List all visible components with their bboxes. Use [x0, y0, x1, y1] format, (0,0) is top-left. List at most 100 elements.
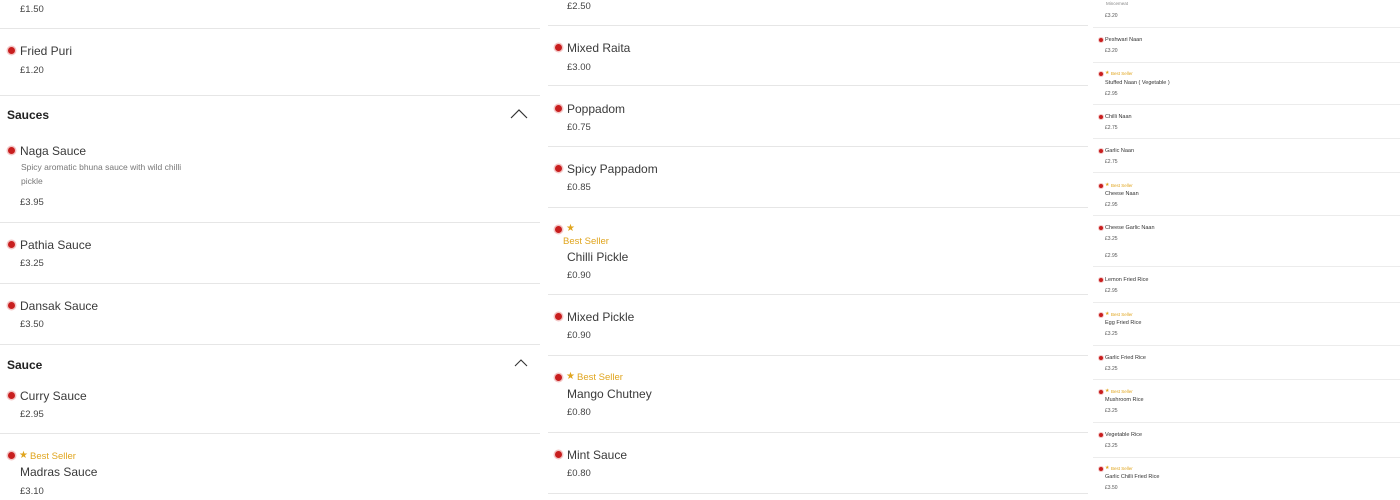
item-price: £2.75: [1105, 159, 1118, 165]
section-header-sauces[interactable]: Sauces: [0, 96, 536, 132]
menu-item-dansak-sauce[interactable]: Dansak Sauce £3.50: [0, 284, 540, 345]
menu-item-lemon-fried-rice[interactable]: Lemon Fried Rice £2.95: [1093, 267, 1400, 303]
best-seller-badge: Best Seller: [563, 236, 609, 247]
veg-dot-icon: [8, 241, 15, 248]
best-seller-badge: Best Seller: [577, 372, 623, 383]
item-price: £0.75: [567, 122, 591, 133]
veg-dot-icon: [1099, 356, 1103, 360]
item-price: £3.25: [1105, 366, 1118, 372]
menu-item-cheese-garlic-naan[interactable]: Cheese Garlic Naan £3.25 £2.95: [1093, 216, 1400, 267]
item-name: Chilli Naan: [1105, 114, 1132, 120]
menu-column-left: £1.50 Fried Puri £1.20 Sauces Naga Sauce…: [0, 0, 540, 500]
item-price: £2.50: [567, 1, 591, 12]
menu-item-chilli-pickle[interactable]: ★ Best Seller Chilli Pickle £0.90: [548, 208, 1088, 295]
veg-dot-icon: [1099, 149, 1103, 153]
menu-item[interactable]: £1.50: [0, 0, 540, 29]
best-seller-badge: Best Seller: [30, 451, 76, 462]
veg-dot-icon: [555, 313, 562, 320]
item-name: Fried Puri: [20, 44, 73, 58]
menu-item-mixed-pickle[interactable]: Mixed Pickle £0.90: [548, 295, 1088, 356]
veg-dot-icon: [555, 374, 562, 381]
best-seller-badge: Best Seller: [1111, 389, 1133, 394]
item-price: £0.90: [567, 270, 591, 281]
menu-column-right: Mincemeat £3.20 Peshwari Naan £3.20 ★ Be…: [1093, 0, 1400, 500]
item-name: Cheese Garlic Naan: [1105, 225, 1155, 231]
menu-item-mushroom-rice[interactable]: ★ Best Seller Mushroom Rice £3.25: [1093, 380, 1400, 423]
item-price: £3.25: [1105, 331, 1118, 337]
item-price: £2.95: [20, 409, 44, 420]
item-name: Pathia Sauce: [20, 238, 92, 252]
item-price: £0.85: [567, 182, 591, 193]
menu-item-stuffed-naan[interactable]: ★ Best Seller Stuffed Naan ( Vegetable )…: [1093, 63, 1400, 105]
best-seller-badge: Best Seller: [1111, 466, 1133, 471]
menu-item-mint-sauce[interactable]: Mint Sauce £0.80: [548, 433, 1088, 494]
item-price: £2.95: [1105, 202, 1118, 208]
item-price: £3.50: [1105, 485, 1118, 491]
menu-item-curry-sauce[interactable]: Curry Sauce £2.95: [0, 378, 540, 434]
menu-item-spicy-pappadom[interactable]: Spicy Pappadom £0.85: [548, 147, 1088, 208]
menu-item-chilli-naan[interactable]: Chilli Naan £2.75: [1093, 105, 1400, 139]
menu-item-madras-sauce[interactable]: ★ Best Seller Madras Sauce £3.10: [0, 434, 540, 500]
item-price: £1.20: [20, 65, 44, 76]
item-name: Peshwari Naan: [1105, 37, 1143, 43]
item-name: Poppadom: [567, 102, 626, 116]
item-price: £3.25: [1105, 408, 1118, 414]
item-name: Garlic Fried Rice: [1105, 355, 1146, 361]
star-icon: ★: [1105, 311, 1110, 317]
section-header-sauce[interactable]: Sauce: [0, 345, 536, 377]
menu-item-mixed-raita[interactable]: Mixed Raita £3.00: [548, 26, 1088, 86]
menu-item-vegetable-rice[interactable]: Vegetable Rice £3.25: [1093, 423, 1400, 458]
veg-dot-icon: [555, 165, 562, 172]
menu-column-middle: £2.50 Mixed Raita £3.00 Poppadom £0.75 S…: [548, 0, 1088, 500]
item-name: Cheese Naan: [1105, 191, 1139, 197]
section-title: Sauce: [7, 358, 43, 372]
item-price: £3.25: [1105, 236, 1118, 242]
menu-item-pathia-sauce[interactable]: Pathia Sauce £3.25: [0, 223, 540, 284]
item-name: Garlic Chilli Fried Rice: [1105, 474, 1160, 480]
item-name: Madras Sauce: [20, 465, 98, 479]
menu-item-egg-fried-rice[interactable]: ★ Best Seller Egg Fried Rice £3.25: [1093, 303, 1400, 346]
menu-item-fried-puri[interactable]: Fried Puri £1.20: [0, 29, 540, 96]
menu-item-peshwari-naan[interactable]: Peshwari Naan £3.20: [1093, 28, 1400, 63]
veg-dot-icon: [1099, 313, 1103, 317]
best-seller-badge: Best Seller: [1111, 312, 1133, 317]
item-name: Mixed Pickle: [567, 310, 635, 324]
item-price: £3.50: [20, 319, 44, 330]
veg-dot-icon: [555, 44, 562, 51]
item-name: Mint Sauce: [567, 448, 628, 462]
item-price: £3.20: [1105, 13, 1118, 19]
menu-item-garlic-fried-rice[interactable]: Garlic Fried Rice £3.25: [1093, 346, 1400, 380]
menu-item[interactable]: £2.50: [548, 0, 1088, 26]
chevron-up-icon[interactable]: [514, 358, 528, 367]
menu-item-garlic-chilli-fried-rice[interactable]: ★ Best Seller Garlic Chilli Fried Rice £…: [1093, 458, 1400, 500]
item-price: £2.75: [1105, 125, 1118, 131]
best-seller-badge: Best Seller: [1111, 183, 1133, 188]
item-price: £3.20: [1105, 48, 1118, 54]
item-description: Spicy aromatic bhuna sauce with wild chi…: [21, 162, 182, 186]
item-name: Spicy Pappadom: [567, 162, 658, 176]
star-icon: ★: [566, 371, 575, 382]
item-name: Curry Sauce: [20, 389, 87, 403]
menu-item-poppadom[interactable]: Poppadom £0.75: [548, 86, 1088, 147]
veg-dot-icon: [8, 47, 15, 54]
star-icon: ★: [19, 450, 28, 461]
item-name: Mango Chutney: [567, 387, 652, 401]
veg-dot-icon: [1099, 72, 1103, 76]
item-price-secondary: £2.95: [1105, 253, 1118, 259]
star-icon: ★: [1105, 70, 1110, 76]
item-price: £3.10: [20, 486, 44, 497]
veg-dot-icon: [555, 226, 562, 233]
menu-item-naga-sauce[interactable]: Naga Sauce Spicy aromatic bhuna sauce wi…: [0, 133, 540, 223]
item-name: Garlic Naan: [1105, 148, 1135, 154]
item-name: Naga Sauce: [20, 144, 87, 158]
menu-item-cheese-naan[interactable]: ★ Best Seller Cheese Naan £2.95: [1093, 173, 1400, 216]
item-name: Mushroom Rice: [1105, 397, 1144, 403]
veg-dot-icon: [1099, 390, 1103, 394]
item-name: Mixed Raita: [567, 41, 631, 55]
menu-item-mango-chutney[interactable]: ★ Best Seller Mango Chutney £0.80: [548, 356, 1088, 433]
chevron-up-icon[interactable]: [510, 108, 528, 119]
menu-item-garlic-naan[interactable]: Garlic Naan £2.75: [1093, 139, 1400, 173]
item-price: £3.25: [1105, 443, 1118, 449]
menu-item[interactable]: Mincemeat £3.20: [1093, 0, 1400, 28]
veg-dot-icon: [1099, 226, 1103, 230]
